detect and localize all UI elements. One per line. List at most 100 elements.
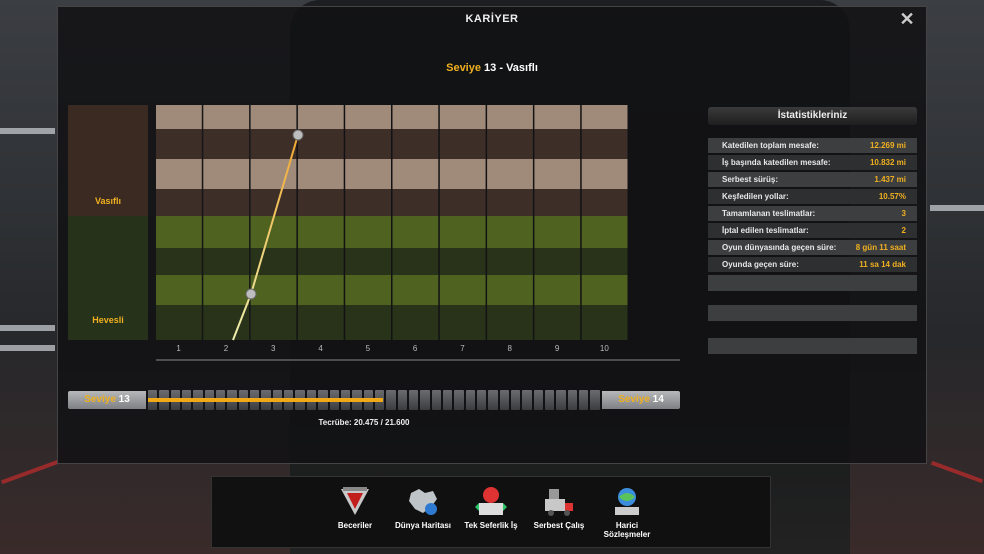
- xp-segment: [511, 390, 521, 410]
- stat-value: 3: [901, 209, 906, 218]
- grid-cell: [345, 159, 391, 189]
- grid-cell: [203, 105, 250, 129]
- grid-cell: [392, 159, 439, 189]
- career-window: KARİYER ✕ Seviye 13 - Vasıflı Vasıflı He…: [57, 6, 927, 464]
- menu-label: Beceriler: [337, 521, 373, 530]
- grid-cell: [534, 275, 581, 305]
- xp-segment: [499, 390, 509, 410]
- statistics-title: İstatistikleriniz: [708, 107, 917, 125]
- grid-cell: [297, 248, 344, 275]
- stat-row: Oyun dünyasında geçen süre: 8 gün 11 saat: [708, 240, 917, 255]
- xp-segment: [545, 390, 555, 410]
- xp-segment: [590, 390, 600, 410]
- stat-label: Keşfedilen yollar:: [722, 192, 789, 201]
- stat-label: Oyunda geçen süre:: [722, 260, 799, 269]
- grid-cell: [297, 159, 344, 189]
- grid-cell: [156, 105, 202, 129]
- grid-cell: [439, 159, 486, 189]
- close-button[interactable]: ✕: [898, 10, 916, 28]
- grid-cell: [581, 159, 628, 189]
- stat-label: Katedilen toplam mesafe:: [722, 141, 819, 150]
- grid-cell: [439, 189, 486, 216]
- grid-cell: [345, 216, 391, 248]
- stat-row: İptal edilen teslimatlar: 2: [708, 223, 917, 238]
- stat-value: 12.269 mi: [869, 141, 906, 150]
- grid-cell: [487, 105, 533, 129]
- xp-segment: [420, 390, 430, 410]
- xp-segment: [431, 390, 441, 410]
- grid-cell: [487, 305, 533, 340]
- xp-segment: [556, 390, 566, 410]
- grid-cell: [534, 216, 581, 248]
- experience-fill: [148, 398, 384, 402]
- grid-cell: [392, 105, 439, 129]
- grid-cell: [534, 105, 581, 129]
- grid-cell: [581, 105, 628, 129]
- grid-cell: [250, 275, 297, 305]
- xp-segment: [454, 390, 464, 410]
- stat-label: Tamamlanan teslimatlar:: [722, 209, 816, 218]
- grid-cell: [156, 159, 202, 189]
- grid-cell: [156, 216, 202, 248]
- xp-segment: [533, 390, 544, 410]
- grid-cell: [297, 189, 344, 216]
- stat-label: İş başında katedilen mesafe:: [722, 158, 831, 167]
- grid-cell: [156, 248, 202, 275]
- grid-cell: [439, 275, 486, 305]
- grid-cell: [297, 105, 344, 129]
- grid-cell: [297, 275, 344, 305]
- stat-empty-row: [708, 338, 917, 354]
- menu-item-freight-market[interactable]: Serbest Çalış: [525, 485, 593, 547]
- grid-cell: [297, 305, 344, 340]
- grid-cell: [392, 216, 439, 248]
- window-title: KARİYER: [465, 13, 519, 25]
- stat-value: 10.57%: [878, 192, 906, 201]
- grid-cell: [439, 248, 486, 275]
- grid-cell: [534, 189, 581, 216]
- x-tick-label: 5: [366, 344, 371, 353]
- menu-item-world-map[interactable]: Dünya Haritası: [389, 485, 457, 547]
- grid-cell: [156, 305, 202, 340]
- xp-segment: [579, 390, 589, 410]
- grid-cell: [345, 305, 391, 340]
- grid-cell: [345, 129, 391, 159]
- next-level-badge: Seviye 14: [602, 391, 680, 409]
- xp-segment: [488, 390, 498, 410]
- grid-cell: [392, 129, 439, 159]
- stat-value: 8 gün 11 saat: [855, 243, 906, 252]
- xp-segment: [522, 390, 532, 410]
- menu-item-quick-job[interactable]: Tek Seferlik İş: [457, 485, 525, 547]
- grid-cell: [203, 129, 250, 159]
- career-point: [245, 288, 257, 300]
- grid-cell: [392, 189, 439, 216]
- grid-cell: [487, 275, 533, 305]
- menu-label: Serbest Çalış: [533, 521, 585, 530]
- grid-cell: [297, 129, 344, 159]
- stat-value: 11 sa 14 dak: [859, 260, 906, 269]
- xp-segment: [476, 390, 487, 410]
- x-tick-label: 6: [413, 344, 418, 353]
- menu-label: Dünya Haritası: [394, 521, 452, 530]
- stat-value: 1.437 mi: [874, 175, 906, 184]
- x-tick-label: 4: [318, 344, 323, 353]
- menu-label: Tek Seferlik İş: [464, 521, 518, 530]
- level-heading: Seviye 13 - Vasıflı: [58, 62, 926, 74]
- grid-cell: [487, 159, 533, 189]
- xp-segment: [465, 390, 475, 410]
- world-map-icon: [405, 485, 441, 519]
- stat-row: Keşfedilen yollar: 10.57%: [708, 189, 917, 204]
- menu-item-skills[interactable]: Beceriler: [321, 485, 389, 547]
- grid-cell: [203, 275, 250, 305]
- experience-text: Tecrübe: 20.475 / 21.600: [318, 418, 410, 427]
- grid-cell: [581, 305, 628, 340]
- x-tick-label: 3: [271, 344, 276, 353]
- menu-item-external-contracts[interactable]: Harici Sözleşmeler: [593, 485, 661, 547]
- level-number: 13: [484, 62, 497, 74]
- grid-cell: [581, 248, 628, 275]
- xp-segment: [397, 390, 407, 410]
- bottom-menu: Beceriler Dünya Haritası Tek Seferlik İş Se…: [211, 476, 771, 548]
- grid-cell: [487, 189, 533, 216]
- grid-cell: [297, 216, 344, 248]
- grid-cell: [345, 189, 391, 216]
- grid-cell: [487, 129, 533, 159]
